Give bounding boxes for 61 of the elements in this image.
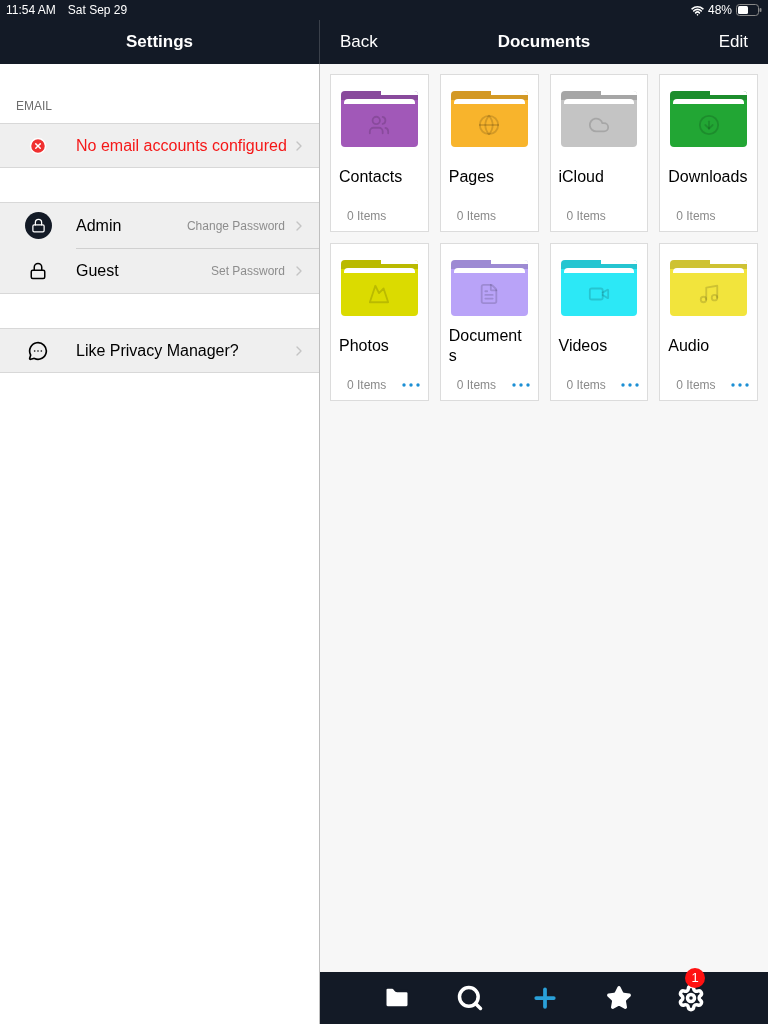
folder-name: Photos xyxy=(339,336,389,356)
password-action: Set Password xyxy=(210,263,285,280)
folder-card[interactable]: iCloud 0 Items xyxy=(549,74,649,232)
item-count: 0 Items xyxy=(676,377,716,394)
user-name: Guest xyxy=(76,261,119,281)
folder-name: Documents xyxy=(448,326,523,366)
status-date: Sat Sep 29 xyxy=(67,2,128,19)
download-icon xyxy=(697,114,720,136)
search-icon[interactable] xyxy=(456,984,485,1012)
item-count: 0 Items xyxy=(676,208,716,225)
status-time: 11:54 AM xyxy=(6,2,56,19)
item-count: 0 Items xyxy=(456,208,497,225)
user-row[interactable]: Guest Set Password xyxy=(0,248,319,293)
more-icon[interactable] xyxy=(401,383,420,387)
lock-icon xyxy=(29,261,47,280)
folder-card[interactable]: Photos 0 Items xyxy=(330,243,429,401)
folder-card[interactable]: Documents 0 Items xyxy=(439,243,539,401)
people-icon xyxy=(368,114,391,136)
feedback-row[interactable]: Like Privacy Manager? xyxy=(0,328,319,373)
item-count: 0 Items xyxy=(456,377,497,394)
feedback-label: Like Privacy Manager? xyxy=(76,340,239,361)
battery-icon xyxy=(736,4,762,16)
more-icon[interactable] xyxy=(511,383,530,387)
folder-card[interactable]: Downloads 0 Items xyxy=(659,74,758,232)
folder-card[interactable]: Audio 0 Items xyxy=(659,243,758,401)
folder-name: Audio xyxy=(668,336,710,356)
back-button[interactable]: Back xyxy=(340,29,400,55)
edit-button[interactable]: Edit xyxy=(688,29,748,55)
lock-icon xyxy=(24,212,52,239)
user-name: Admin xyxy=(76,215,122,236)
documents-title: Documents xyxy=(497,31,591,54)
globe-icon xyxy=(478,114,501,136)
folder-name: Pages xyxy=(448,167,495,187)
music-note-icon xyxy=(697,283,720,305)
folder-card[interactable]: Pages 0 Items xyxy=(439,74,539,232)
password-action: Change Password xyxy=(186,217,285,235)
notification-badge: 1 xyxy=(685,968,706,988)
mountain-icon xyxy=(368,283,391,305)
more-icon[interactable] xyxy=(731,383,749,387)
more-icon[interactable] xyxy=(621,383,640,387)
item-count: 0 Items xyxy=(347,377,387,394)
item-count: 0 Items xyxy=(566,208,606,225)
folder-card[interactable]: Videos 0 Items xyxy=(549,243,649,401)
email-row[interactable]: No email accounts configured xyxy=(0,123,319,168)
item-count: 0 Items xyxy=(566,377,606,394)
item-count: 0 Items xyxy=(347,208,387,225)
folder-card[interactable]: Contacts 0 Items xyxy=(330,74,429,232)
section-header: EMAIL xyxy=(15,98,53,115)
wifi-icon xyxy=(690,3,704,17)
battery-percentage: 48% xyxy=(707,2,732,19)
folder-name: Contacts xyxy=(339,167,403,187)
folder-name: iCloud xyxy=(558,167,604,187)
settings-title: Settings xyxy=(125,31,194,54)
favorites-icon[interactable] xyxy=(605,985,632,1011)
user-row[interactable]: Admin Change Password xyxy=(0,203,319,248)
folder-name: Videos xyxy=(558,336,608,356)
chat-icon xyxy=(28,340,48,361)
email-status: No email accounts configured xyxy=(76,135,287,156)
error-icon xyxy=(29,136,47,155)
folder-name: Downloads xyxy=(668,167,748,187)
settings-icon[interactable] xyxy=(677,984,706,1012)
